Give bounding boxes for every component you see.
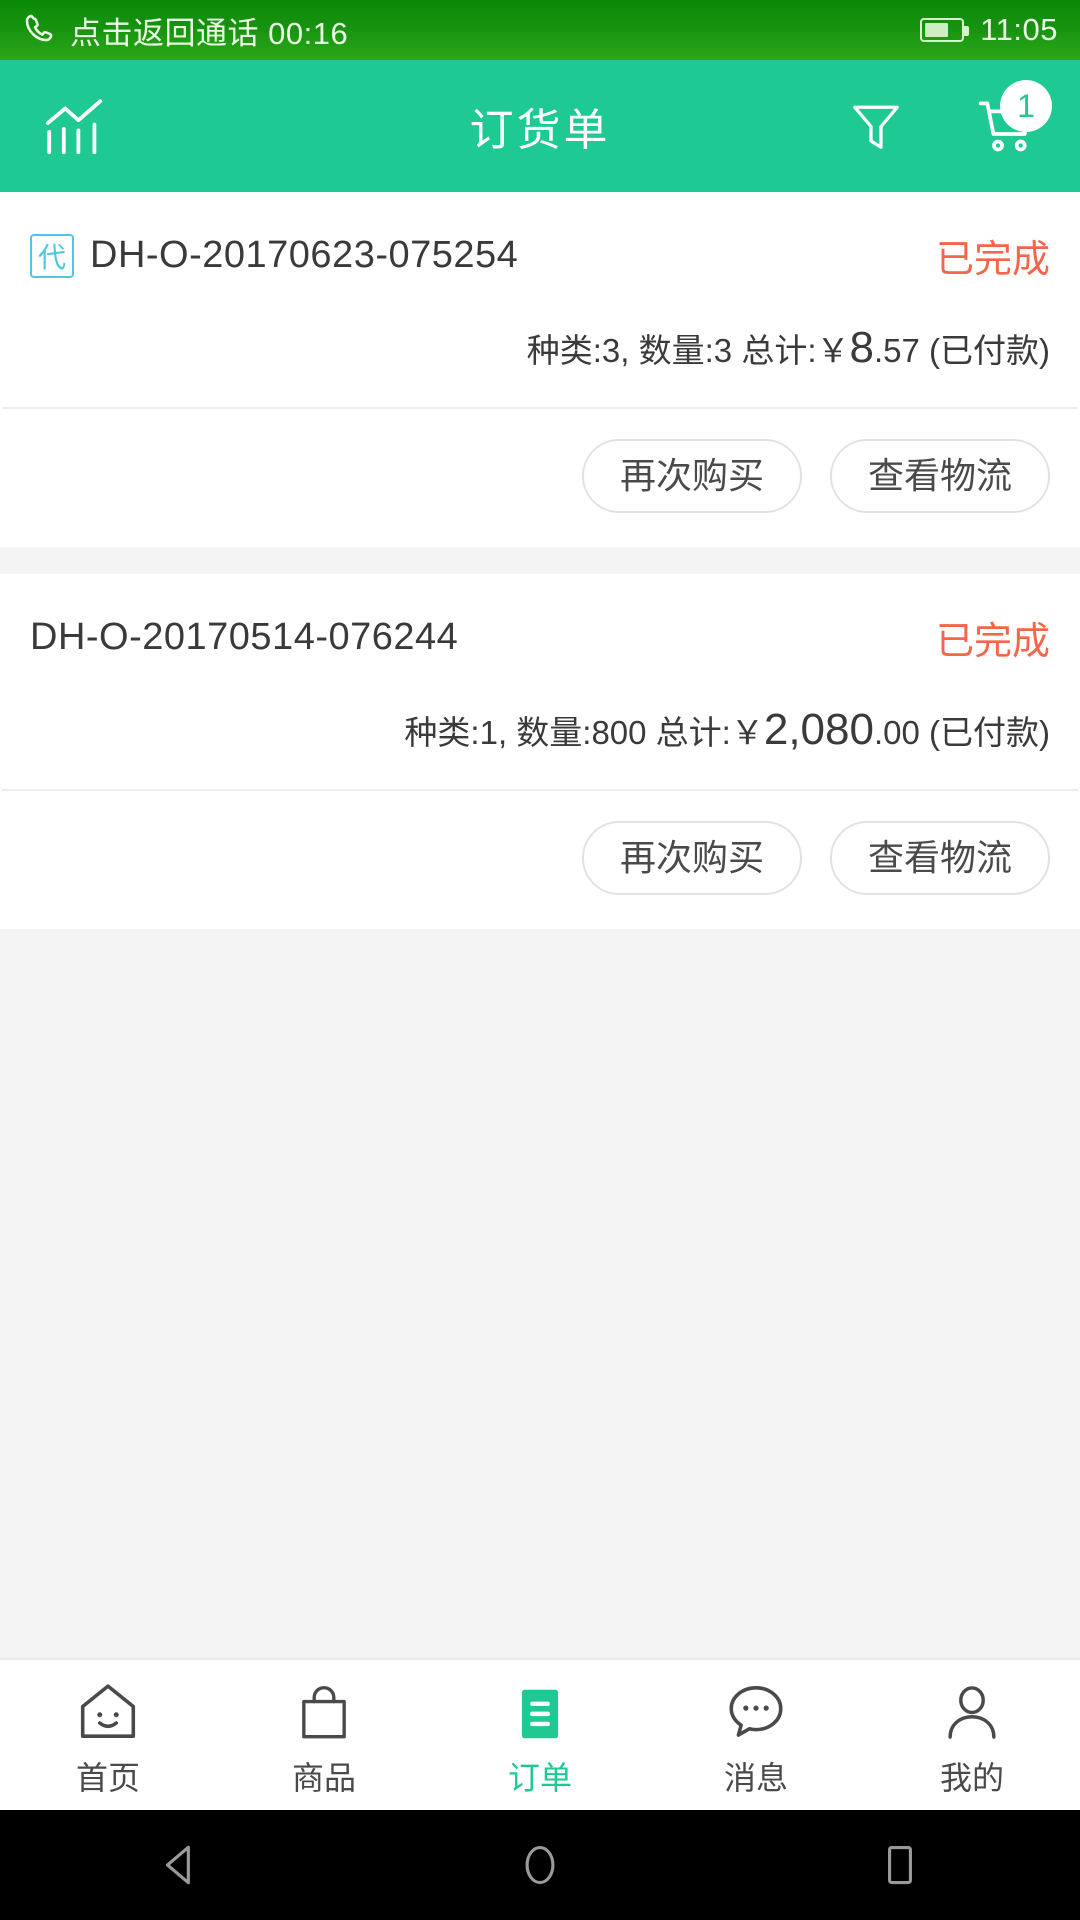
recents-square-icon[interactable] — [840, 1810, 960, 1920]
order-amount-main: 2,080 — [763, 705, 874, 754]
back-triangle-icon[interactable] — [120, 1810, 240, 1920]
order-payment-state: (已付款) — [919, 332, 1050, 369]
phone-screen: 点击返回通话 00:16 11:05 订货单 1 代 DH-O-20170623… — [0, 0, 1080, 1920]
order-number: DH-O-20170514-076244 — [30, 616, 459, 658]
status-bar-call-banner[interactable]: 点击返回通话 00:16 — [22, 8, 348, 53]
tab-label: 订单 — [507, 1760, 572, 1796]
buy-again-button[interactable]: 再次购买 — [581, 439, 802, 513]
battery-fill — [925, 23, 949, 37]
view-logistics-button[interactable]: 查看物流 — [829, 439, 1050, 513]
chat-bubble-icon — [723, 1671, 789, 1745]
order-payment-state: (已付款) — [919, 714, 1050, 751]
buy-again-button[interactable]: 再次购买 — [581, 821, 802, 895]
android-navigation-bar — [0, 1810, 1080, 1920]
tab-products[interactable]: 商品 — [216, 1660, 432, 1810]
order-header: DH-O-20170514-076244 已完成 — [0, 574, 1080, 677]
order-actions: 再次购买 查看物流 — [0, 409, 1080, 547]
shopping-bag-icon — [293, 1671, 355, 1745]
tab-label: 消息 — [723, 1760, 788, 1796]
tab-label: 商品 — [291, 1760, 356, 1796]
order-summary-prefix: 种类:1, 数量:800 总计:￥ — [404, 714, 764, 751]
order-amount-decimal: .57 — [873, 332, 920, 369]
list-gap — [0, 547, 1080, 574]
user-person-icon — [940, 1671, 1004, 1745]
status-bar: 点击返回通话 00:16 11:05 — [0, 0, 1080, 60]
order-amount-main: 8 — [849, 323, 874, 372]
tab-orders[interactable]: 订单 — [432, 1660, 648, 1810]
order-status-text: 已完成 — [935, 239, 1050, 281]
tab-messages[interactable]: 消息 — [648, 1660, 864, 1810]
order-status-text: 已完成 — [935, 621, 1050, 663]
filter-funnel-icon[interactable] — [832, 82, 920, 170]
status-bar-clock: 11:05 — [980, 12, 1058, 47]
status-bar-indicators: 11:05 — [920, 12, 1058, 48]
order-list[interactable]: 代 DH-O-20170623-075254 已完成 种类:3, 数量:3 总计… — [0, 192, 1080, 1658]
home-house-icon — [75, 1671, 141, 1745]
chart-statistics-icon[interactable] — [30, 82, 118, 170]
order-card[interactable]: DH-O-20170514-076244 已完成 种类:1, 数量:800 总计… — [0, 574, 1080, 929]
app-header: 订货单 1 — [0, 60, 1080, 192]
view-logistics-button[interactable]: 查看物流 — [829, 821, 1050, 895]
cart-badge-count: 1 — [1000, 80, 1052, 132]
call-status-text: 点击返回通话 00:16 — [70, 15, 349, 51]
phone-call-icon — [22, 11, 56, 50]
tab-label: 我的 — [939, 1760, 1004, 1796]
app-header-actions: 1 — [832, 80, 1052, 170]
order-summary-prefix: 种类:3, 数量:3 总计:￥ — [526, 332, 850, 369]
order-card[interactable]: 代 DH-O-20170623-075254 已完成 种类:3, 数量:3 总计… — [0, 192, 1080, 547]
order-header: 代 DH-O-20170623-075254 已完成 — [0, 192, 1080, 295]
order-amount-decimal: .00 — [873, 714, 920, 751]
shopping-cart-button[interactable]: 1 — [962, 80, 1052, 170]
home-circle-icon[interactable] — [480, 1810, 600, 1920]
bottom-tab-bar: 首页 商品 订单 消息 我的 — [0, 1658, 1080, 1810]
order-summary: 种类:1, 数量:800 总计:￥2,080.00 (已付款) — [0, 677, 1080, 789]
battery-icon — [920, 18, 970, 42]
order-list-icon — [509, 1671, 571, 1745]
proxy-order-badge: 代 — [30, 233, 74, 278]
tab-label: 首页 — [75, 1760, 140, 1796]
tab-profile[interactable]: 我的 — [864, 1660, 1080, 1810]
order-summary: 种类:3, 数量:3 总计:￥8.57 (已付款) — [0, 295, 1080, 407]
order-number: DH-O-20170623-075254 — [90, 234, 519, 276]
tab-home[interactable]: 首页 — [0, 1660, 216, 1810]
order-actions: 再次购买 查看物流 — [0, 791, 1080, 929]
